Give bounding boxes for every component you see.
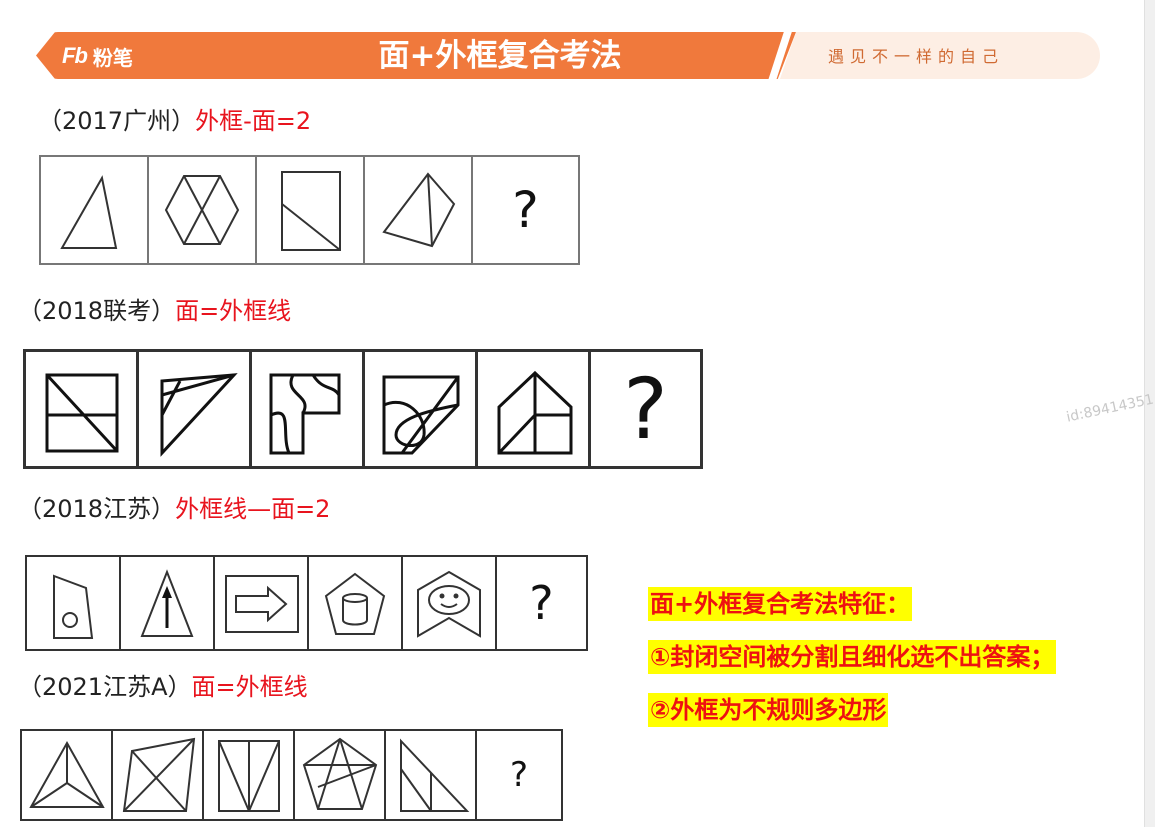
question-mark: ?	[509, 755, 529, 795]
problem-rule: 面=外框线	[191, 673, 308, 701]
figure-l-shape-curves	[252, 352, 365, 466]
figure-rectangle-v	[204, 731, 295, 819]
problem-3-figures: ?	[25, 555, 588, 651]
figure-hooded-face	[403, 557, 497, 649]
problem-rule: 外框线—面=2	[175, 495, 331, 523]
problem-4-heading: （2021江苏A）面=外框线	[18, 672, 308, 702]
figure-pentagon-circle	[27, 557, 121, 649]
feature-title: 面+外框复合考法特征：	[648, 587, 913, 621]
figure-quad-cross	[113, 731, 204, 819]
answer-cell: ?	[477, 731, 561, 819]
problem-rule: 面=外框线	[175, 297, 292, 325]
figure-pentagon-loop	[365, 352, 478, 466]
page-scrollbar[interactable]	[1144, 0, 1155, 827]
problem-source: （2017广州）	[38, 107, 196, 135]
problem-source: （2018联考）	[18, 297, 176, 325]
problem-source: （2021江苏A）	[18, 673, 192, 701]
fenbi-logo: Fb 粉笔	[62, 40, 133, 72]
problem-1-heading: （2017广州）外框-面=2	[38, 106, 311, 136]
feature-point-1: ①封闭空间被分割且细化选不出答案；	[648, 640, 1057, 674]
figure-triangle-arrow	[121, 557, 215, 649]
figure-quadrilateral	[365, 157, 473, 263]
figure-pentagon-cylinder	[309, 557, 403, 649]
figure-slanted-triangle	[139, 352, 252, 466]
feature-point-2: ②外框为不规则多边形	[648, 693, 889, 727]
answer-cell: ?	[497, 557, 586, 649]
problem-3-heading: （2018江苏）外框线—面=2	[18, 494, 330, 524]
figure-hexagon-x	[149, 157, 257, 263]
problem-source: （2018江苏）	[18, 495, 176, 523]
page-title: 面+外框复合考法	[378, 38, 622, 74]
figure-triangle	[41, 157, 149, 263]
figure-triangle-inner	[22, 731, 113, 819]
problem-1-figures: ?	[39, 155, 580, 265]
logo-mark: Fb	[62, 43, 88, 68]
figure-rectangle-arrow	[215, 557, 309, 649]
logo-text: 粉笔	[92, 45, 133, 70]
answer-cell: ?	[473, 157, 578, 263]
figure-square-split	[26, 352, 139, 466]
problem-2-heading: （2018联考）面=外框线	[18, 296, 291, 326]
question-mark: ?	[512, 181, 539, 239]
answer-cell: ?	[591, 352, 700, 466]
question-mark: ?	[529, 576, 554, 630]
problem-rule: 外框-面=2	[195, 107, 312, 135]
question-mark: ?	[623, 360, 668, 458]
figure-house	[478, 352, 591, 466]
watermark: id:89414351	[1065, 391, 1155, 426]
figure-pentagon-star	[295, 731, 386, 819]
figure-rectangle-diagonal	[257, 157, 365, 263]
slogan: 遇见不一样的自己	[828, 47, 1005, 66]
figure-right-triangle	[386, 731, 477, 819]
problem-2-figures: ?	[23, 349, 703, 469]
problem-4-figures: ?	[20, 729, 563, 821]
